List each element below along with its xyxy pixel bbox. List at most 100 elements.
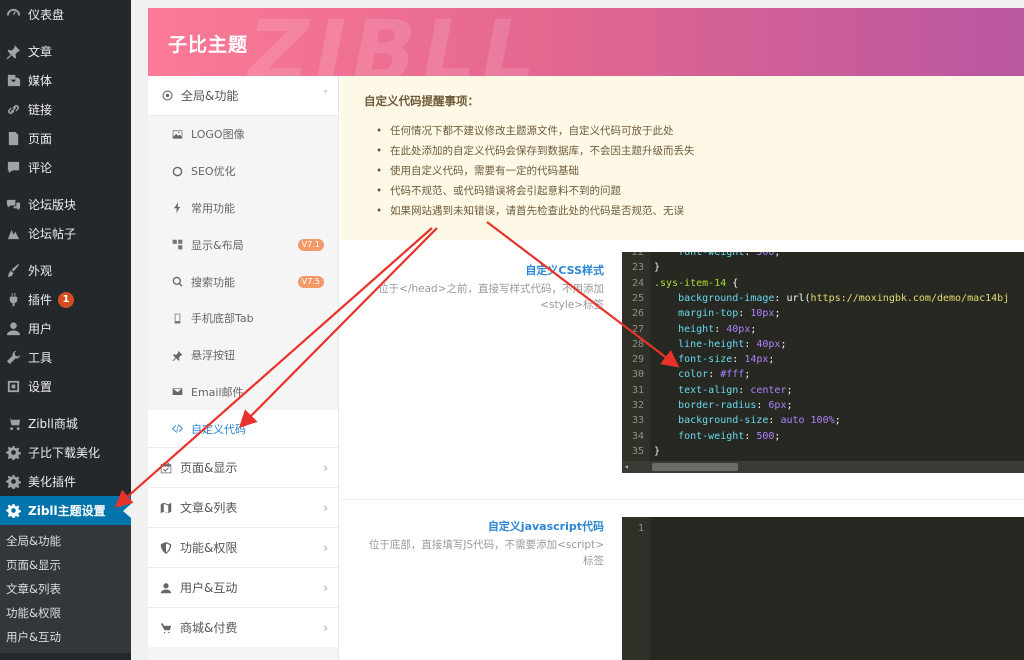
nav-group-global[interactable]: 全局&功能 ˅ [148, 76, 338, 116]
update-count-badge: 1 [58, 291, 75, 308]
mobile-icon [172, 313, 191, 324]
wp-submenu-item[interactable]: 文章&列表 [0, 577, 131, 601]
code-line: 28 line-height: 40px; [622, 337, 787, 352]
link-icon [4, 101, 22, 119]
nav-group-item[interactable]: 页面&显示 › [148, 447, 338, 488]
wp-submenu-item[interactable]: 功能&权限 [0, 601, 131, 625]
code-token: } [654, 445, 661, 457]
wp-menu-item[interactable]: 插件 1 [0, 285, 131, 314]
wp-submenu-item[interactable]: 全局&功能 [0, 529, 131, 553]
wp-menu-label: 插件 [28, 293, 53, 307]
wp-menu-item[interactable]: 链接 [0, 95, 131, 124]
code-line: 23} [622, 260, 660, 275]
js-field: 自定义javascript代码 位于底部，直接填写JS代码，不需要添加<scri… [340, 500, 1024, 660]
nav-sub-item[interactable]: 常用功能 [148, 190, 338, 227]
line-number: 22 [631, 252, 644, 258]
wp-menu-item[interactable]: 工具 [0, 343, 131, 372]
wp-menu-label: 媒体 [28, 74, 53, 88]
map-icon [160, 502, 180, 514]
notice-item: 使用自定义代码，需要有一定的代码基础 [376, 161, 1024, 181]
wp-menu-item[interactable]: 论坛版块 [0, 190, 131, 219]
js-field-title: 自定义javascript代码 [487, 520, 604, 533]
code-line: 27 height: 40px; [622, 322, 756, 337]
notice-title: 自定义代码提醒事项： [364, 94, 479, 108]
shield-icon [160, 541, 180, 554]
js-field-label: 自定义javascript代码 位于底部，直接填写JS代码，不需要添加<scri… [354, 518, 604, 569]
notice-item: 在此处添加的自定义代码会保存到数据库，不会因主题升级而丢失 [376, 141, 1024, 161]
code-line: 26 margin-top: 10px; [622, 306, 781, 321]
wp-menu-item[interactable]: Zibll商城 [0, 409, 131, 438]
pin-icon [4, 43, 22, 61]
code-token: background-image [654, 292, 775, 304]
nav-sub-item[interactable]: 悬浮按钮 [148, 337, 338, 374]
nav-group-label: 页面&显示 [180, 461, 238, 476]
wp-menu-item[interactable]: 美化插件 [0, 467, 131, 496]
code-token: #fff [720, 369, 745, 381]
code-token: 14px [744, 354, 769, 366]
wp-menu-item[interactable]: Zibll主题设置 [0, 496, 131, 525]
menu-separator [0, 401, 131, 409]
gear-icon [4, 444, 22, 462]
nav-group-label: 用户&互动 [180, 581, 238, 596]
user-icon [160, 582, 180, 594]
code-text: font-size: 14px; [654, 352, 774, 367]
code-token: : url( [774, 292, 811, 304]
nav-sub-item[interactable]: SEO优化 [148, 153, 338, 190]
layout-icon [172, 239, 191, 250]
wp-menu-item[interactable]: 论坛帖子 [0, 219, 131, 248]
settings-icon [4, 378, 22, 396]
notice-item: 任何情况下都不建议修改主题源文件，自定义代码可放于此处 [376, 121, 1024, 141]
code-token: background-size [654, 415, 769, 427]
nav-group-item[interactable]: 文章&列表 › [148, 487, 338, 528]
code-text: } [654, 444, 660, 459]
page-icon [4, 130, 22, 148]
nav-sub-item[interactable]: LOGO图像 [148, 116, 338, 153]
line-number: 34 [631, 430, 644, 442]
code-token: https://moxingbk.com/demo/mac14bj [810, 292, 1010, 304]
wp-menu-item[interactable]: 评论 [0, 153, 131, 182]
nav-sub-item[interactable]: Email邮件 [148, 374, 338, 411]
wp-menu-item[interactable]: 文章 [0, 37, 131, 66]
mail-icon [172, 386, 191, 397]
code-token: 10px [750, 308, 775, 320]
nav-group-item[interactable]: 用户&互动 › [148, 567, 338, 608]
code-token: : [738, 308, 751, 320]
nav-group-item[interactable]: 商城&付费 › [148, 607, 338, 648]
line-number: 32 [631, 400, 644, 411]
wp-menu-item[interactable]: 媒体 [0, 66, 131, 95]
nav-sub-item[interactable]: 手机底部Tab [148, 300, 338, 337]
wp-menu-item[interactable]: 子比下载美化 [0, 438, 131, 467]
wp-menu-item[interactable]: 设置 [0, 372, 131, 401]
wp-menu-label: 链接 [28, 103, 53, 117]
wp-menu-item[interactable]: 仪表盘 [0, 0, 131, 29]
nav-sub-label: Email邮件 [191, 385, 244, 399]
scroll-left-icon[interactable]: ◂ [624, 461, 629, 473]
wp-menu-item[interactable]: 用户 [0, 314, 131, 343]
nav-sub-item[interactable]: 搜索功能 V7.5 [148, 263, 338, 300]
js-code-editor[interactable]: 1 [622, 517, 1024, 660]
code-token: font-size [654, 354, 733, 366]
wp-submenu-item[interactable]: 用户&互动 [0, 625, 131, 649]
nav-sub-item[interactable]: 自定义代码 [148, 410, 338, 448]
forum-posts-icon [4, 225, 22, 243]
css-code-editor[interactable]: 22 font-weight: 500; 23} 24 .sys-item-14 {2… [622, 252, 1024, 473]
line-number: 33 [631, 415, 644, 427]
code-line: 22 font-weight: 500; [622, 252, 781, 260]
wp-menu-label: 页面 [28, 132, 53, 146]
horizontal-scrollbar[interactable]: ◂ [622, 461, 1024, 473]
wp-menu-item[interactable]: 外观 [0, 256, 131, 285]
gear-icon [4, 502, 22, 520]
nav-sub-label: LOGO图像 [191, 128, 245, 142]
menu-separator [0, 248, 131, 256]
version-badge: V7.1 [297, 238, 324, 251]
code-token: font-weight [654, 252, 745, 258]
code-token: ; [774, 252, 781, 258]
code-text: .sys-item-14 { [654, 276, 738, 291]
nav-sub-item[interactable]: 显示&布局 V7.1 [148, 226, 338, 263]
scrollbar-thumb[interactable] [652, 463, 738, 471]
wp-submenu-item[interactable]: 页面&显示 [0, 553, 131, 577]
nav-group-item[interactable]: 功能&权限 › [148, 527, 338, 568]
line-number: 1 [637, 523, 644, 534]
wp-menu-item[interactable]: 页面 [0, 124, 131, 153]
code-text: font-weight: 500; [654, 429, 780, 444]
